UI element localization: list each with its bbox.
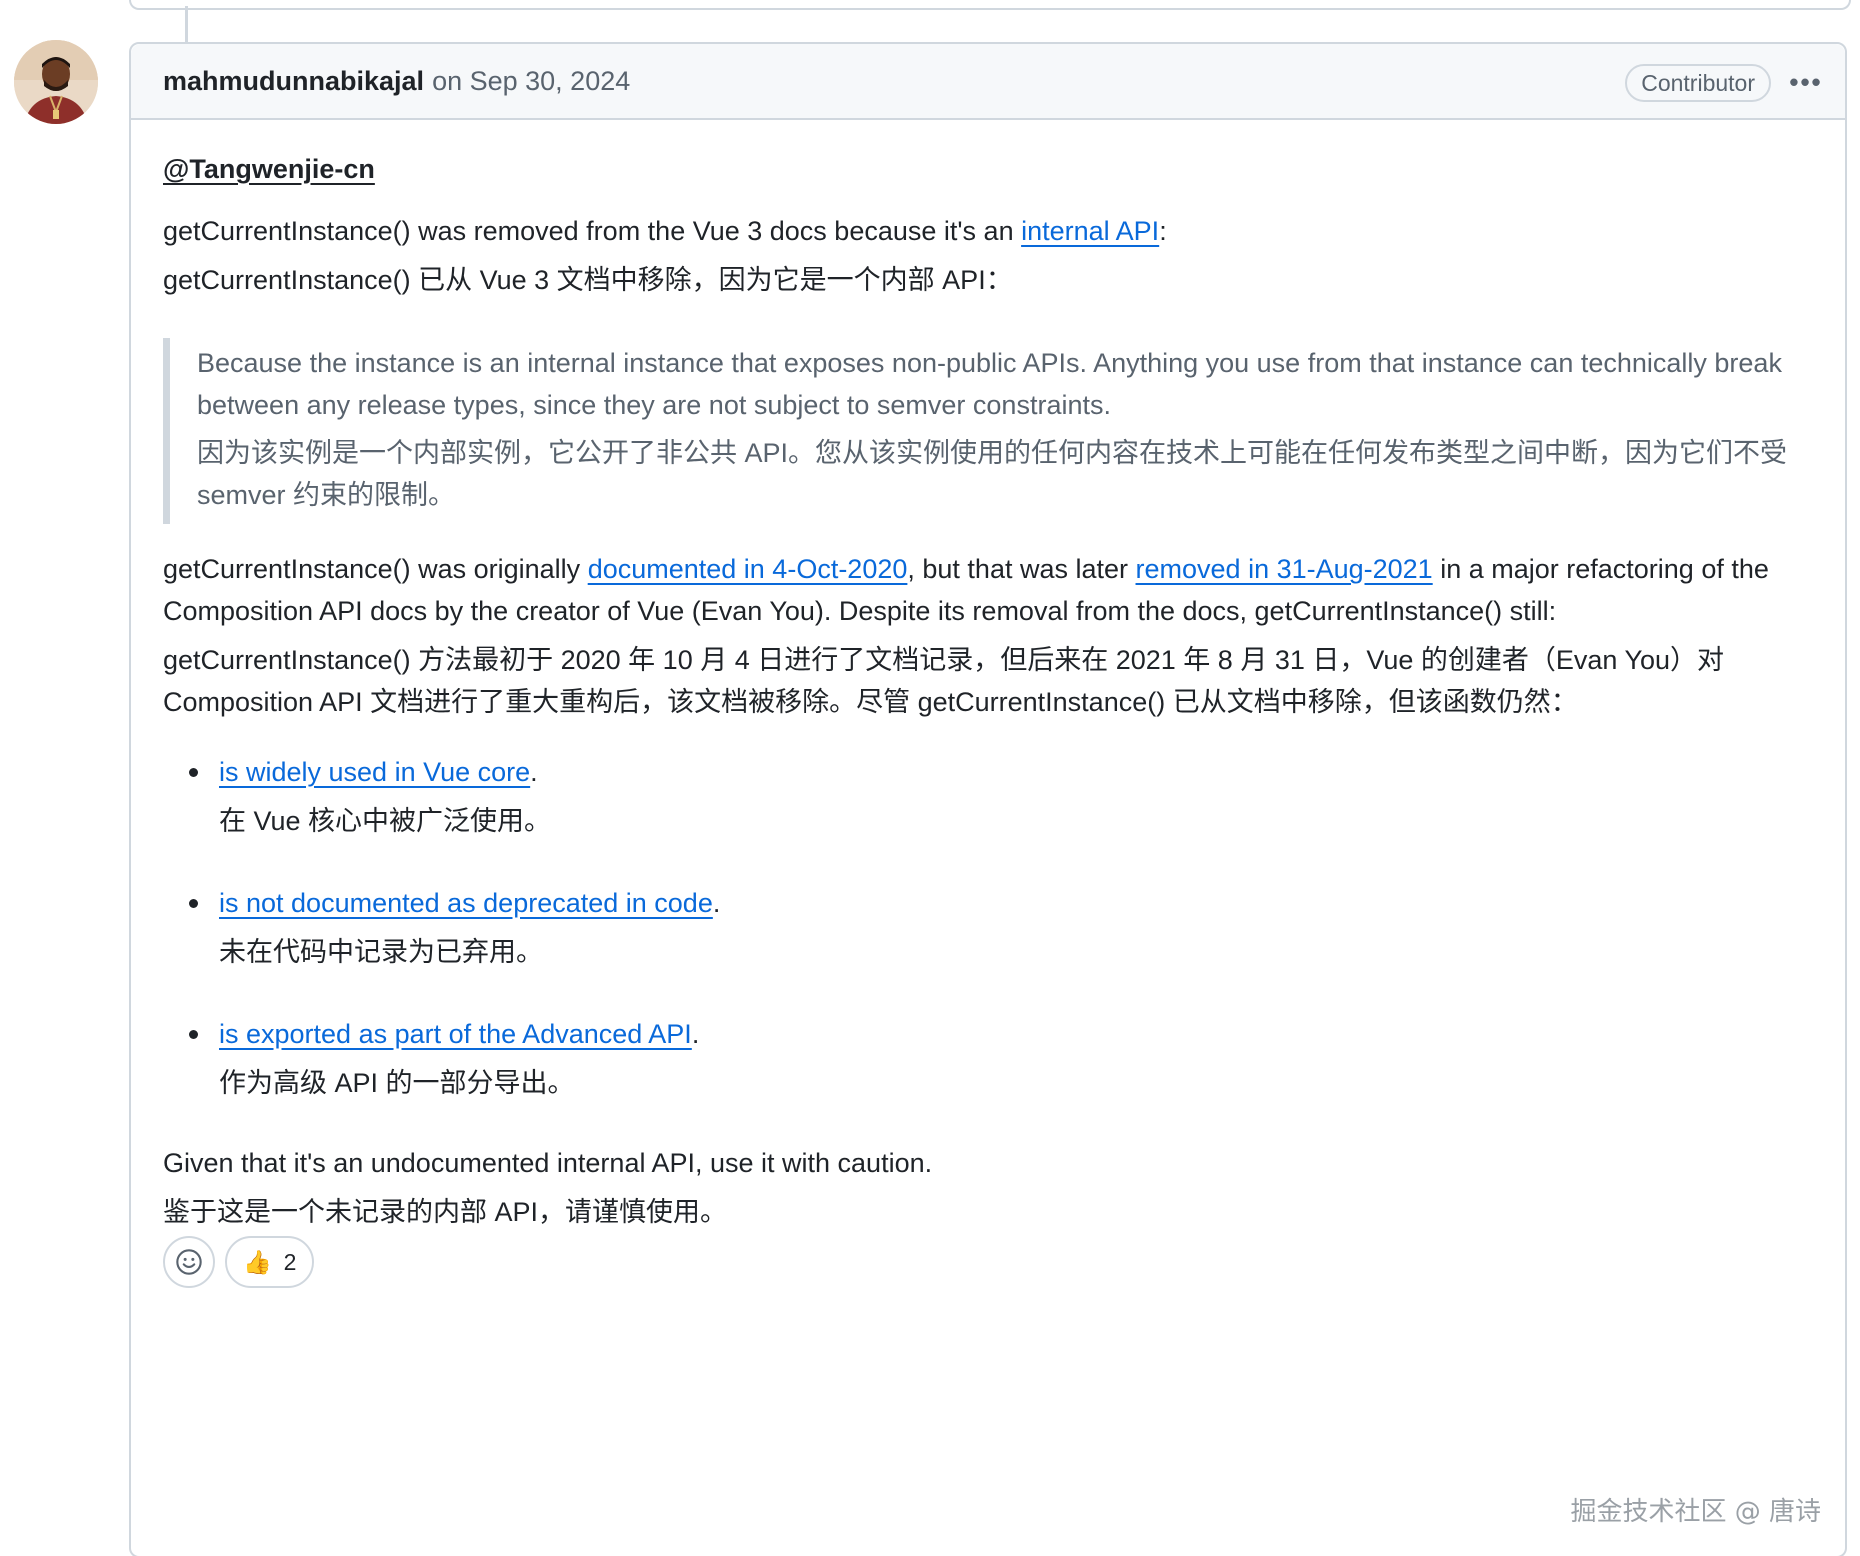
smiley-icon [176, 1249, 202, 1275]
reactions-bar: 👍 2 [163, 1236, 315, 1288]
quote-english: Because the instance is an internal inst… [197, 348, 1782, 420]
advanced-api-link[interactable]: is exported as part of the Advanced API [219, 1019, 692, 1049]
thumbs-up-count: 2 [283, 1248, 297, 1275]
watermark: 掘金技术社区 @ 唐诗 [1570, 1497, 1821, 1527]
comment-header: mahmudunnabikajal on Sep 30, 2024 Contri… [131, 44, 1845, 120]
paragraph-1-text: getCurrentInstance() was removed from th… [163, 216, 1022, 246]
timeline-connector [185, 6, 188, 44]
paragraph-1-colon: : [1159, 216, 1167, 246]
thumbs-up-reaction-button[interactable]: 👍 2 [225, 1236, 315, 1288]
quote-chinese: 因为该实例是一个内部实例，它公开了非公共 API。您从该实例使用的任何内容在技术… [197, 438, 1788, 510]
bullet-dot [189, 1030, 198, 1039]
closing-chinese: 鉴于这是一个未记录的内部 API，请谨慎使用。 [163, 1197, 728, 1227]
comment-body: @Tangwenjie-cn getCurrentInstance() was … [131, 120, 1845, 1233]
list-item: is widely used in Vue core. 在 Vue 核心中被广泛… [163, 751, 1813, 842]
blockquote: Because the instance is an internal inst… [163, 338, 1813, 524]
previous-comment-card-edge [129, 0, 1851, 10]
documented-link[interactable]: documented in 4-Oct-2020 [588, 554, 908, 584]
bullet-dot [189, 768, 198, 777]
paragraph-1-zh: getCurrentInstance() 已从 Vue 3 文档中移除，因为它是… [163, 265, 1013, 295]
list-item-zh: 未在代码中记录为已弃用。 [219, 937, 543, 967]
paragraph-2-text-b: , but that was later [907, 554, 1136, 584]
kebab-menu-icon[interactable]: ••• [1785, 62, 1827, 102]
avatar[interactable] [14, 40, 98, 124]
list-item-zh: 在 Vue 核心中被广泛使用。 [219, 806, 552, 836]
list-item-zh: 作为高级 API 的一部分导出。 [219, 1068, 575, 1098]
internal-api-link[interactable]: internal API [1021, 216, 1159, 246]
closing-english: Given that it's an undocumented internal… [163, 1148, 933, 1178]
contributor-badge: Contributor [1625, 64, 1771, 102]
comment-card: mahmudunnabikajal on Sep 30, 2024 Contri… [129, 42, 1847, 1556]
comment-timestamp[interactable]: on Sep 30, 2024 [432, 66, 630, 97]
bullet-dot [189, 899, 198, 908]
vue-core-usage-link[interactable]: is widely used in Vue core [219, 757, 530, 787]
removed-link[interactable]: removed in 31-Aug-2021 [1136, 554, 1433, 584]
user-mention-link[interactable]: @Tangwenjie-cn [163, 154, 375, 184]
list-item: is not documented as deprecated in code.… [163, 882, 1813, 973]
paragraph-2-text-a: getCurrentInstance() was originally [163, 554, 588, 584]
list-item: is exported as part of the Advanced API.… [163, 1013, 1813, 1104]
thumbs-up-icon: 👍 [243, 1248, 272, 1275]
page: mahmudunnabikajal on Sep 30, 2024 Contri… [0, 0, 1860, 1556]
mention-line: @Tangwenjie-cn [163, 148, 1813, 190]
comment-author[interactable]: mahmudunnabikajal [163, 66, 424, 97]
add-reaction-button[interactable] [163, 1236, 215, 1288]
paragraph-2: getCurrentInstance() was originally docu… [163, 548, 1813, 632]
paragraph-1: getCurrentInstance() was removed from th… [163, 210, 1813, 252]
bullet-list: is widely used in Vue core. 在 Vue 核心中被广泛… [163, 751, 1813, 1104]
avatar-image [14, 40, 98, 124]
paragraph-2-zh: getCurrentInstance() 方法最初于 2020 年 10 月 4… [163, 645, 1725, 717]
not-deprecated-link[interactable]: is not documented as deprecated in code [219, 888, 713, 918]
